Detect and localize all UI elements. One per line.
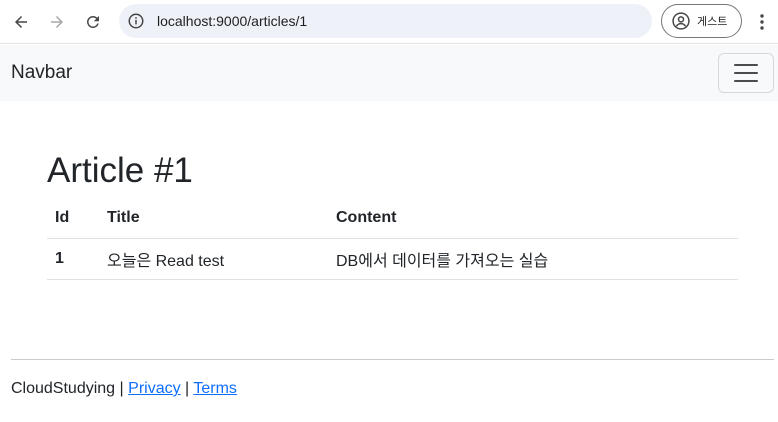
profile-label: 게스트 bbox=[697, 16, 728, 28]
info-icon[interactable] bbox=[127, 12, 145, 30]
privacy-link[interactable]: Privacy bbox=[128, 380, 180, 397]
hamburger-menu-icon bbox=[734, 64, 758, 82]
terms-link[interactable]: Terms bbox=[193, 380, 237, 397]
back-button[interactable] bbox=[7, 8, 35, 36]
cell-title: 오늘은 Read test bbox=[107, 252, 225, 270]
reload-button[interactable] bbox=[79, 8, 107, 36]
footer-separator: | bbox=[119, 380, 124, 397]
navbar-toggler-button[interactable] bbox=[718, 53, 774, 93]
table-row: 1 오늘은 Read test DB에서 데이터를 가져오는 실습 bbox=[47, 238, 738, 279]
table-header-row: Id Title Content bbox=[47, 199, 738, 238]
browser-menu-button[interactable] bbox=[752, 10, 772, 34]
url-text: localhost:9000/articles/1 bbox=[157, 13, 308, 29]
column-header-content: Content bbox=[336, 209, 397, 227]
footer-divider bbox=[11, 359, 774, 360]
column-header-title: Title bbox=[107, 209, 140, 227]
footer-separator: | bbox=[185, 380, 190, 397]
navbar: Navbar bbox=[0, 45, 778, 101]
guest-profile-icon bbox=[672, 12, 690, 30]
cell-content: DB에서 데이터를 가져오는 실습 bbox=[336, 252, 549, 270]
arrow-right-icon bbox=[51, 16, 63, 28]
more-vert-icon bbox=[760, 14, 764, 30]
navbar-brand[interactable]: Navbar bbox=[11, 62, 72, 84]
footer-brand: CloudStudying bbox=[11, 380, 116, 397]
profile-button[interactable]: 게스트 bbox=[661, 4, 742, 38]
page-title: Article #1 bbox=[47, 151, 193, 190]
footer: CloudStudying | Privacy | Terms bbox=[11, 380, 237, 398]
cell-id: 1 bbox=[55, 249, 64, 267]
arrow-left-icon bbox=[15, 16, 27, 28]
reload-icon bbox=[86, 15, 99, 28]
browser-toolbar: localhost:9000/articles/1 게스트 bbox=[0, 0, 778, 44]
address-bar[interactable]: localhost:9000/articles/1 bbox=[119, 4, 652, 38]
column-header-id: Id bbox=[55, 209, 70, 227]
forward-button[interactable] bbox=[43, 8, 71, 36]
article-table: Id Title Content 1 오늘은 Read test DB에서 데이… bbox=[47, 199, 738, 280]
